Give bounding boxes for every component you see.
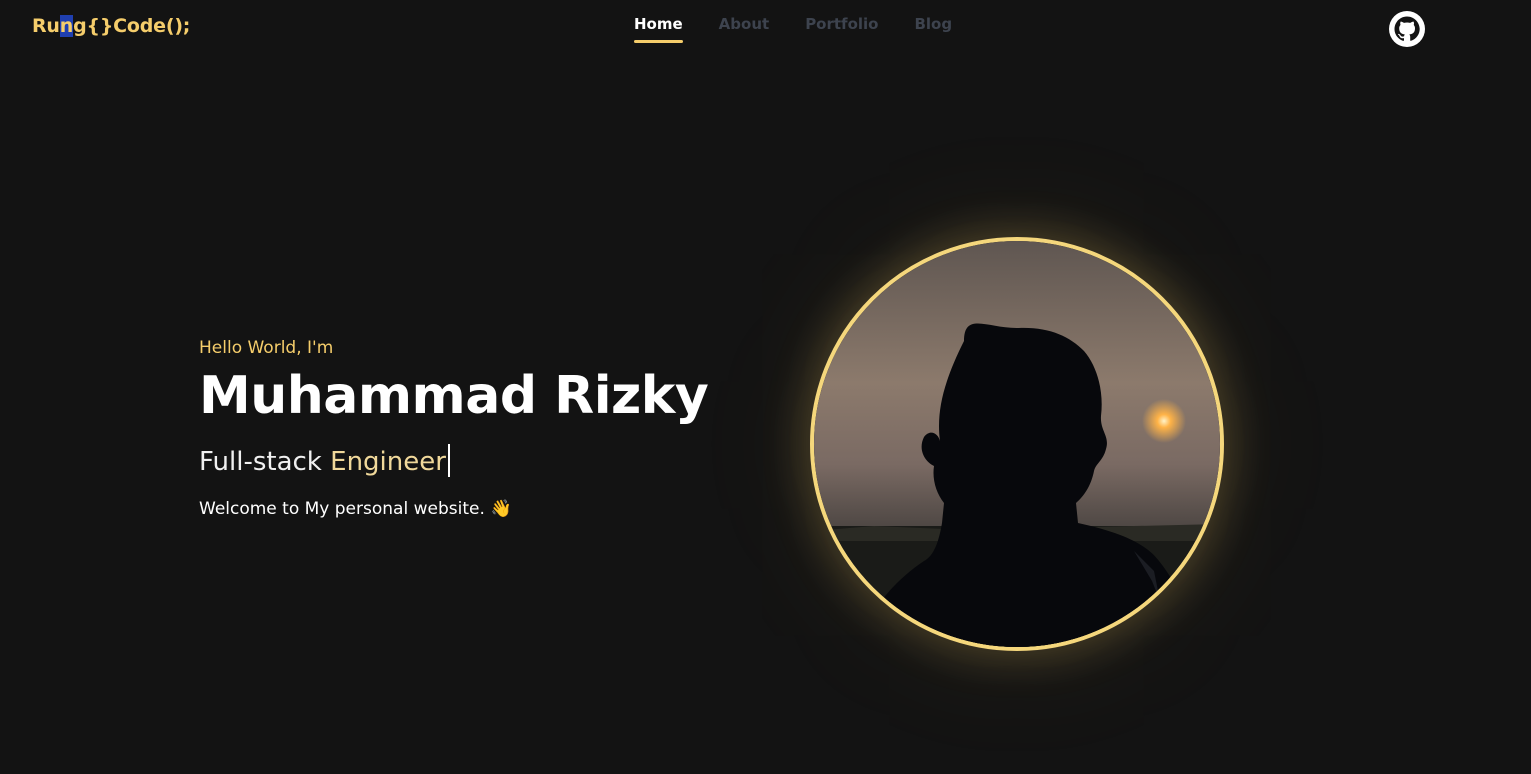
nav-home[interactable]: Home — [634, 15, 683, 43]
nav-blog[interactable]: Blog — [914, 15, 952, 41]
main-nav: Home About Portfolio Blog — [634, 15, 952, 43]
wave-icon: 👋 — [490, 499, 513, 519]
hero-name: Muhammad Rizky — [199, 366, 709, 426]
github-icon[interactable] — [1389, 11, 1425, 47]
nav-about[interactable]: About — [719, 15, 770, 41]
hero-greeting: Hello World, I'm — [199, 338, 334, 358]
site-logo[interactable]: Rung{}Code(); — [32, 15, 190, 37]
nav-portfolio[interactable]: Portfolio — [805, 15, 878, 41]
home-page: Rung{}Code(); Home About Portfolio Blog … — [0, 0, 1531, 774]
hero-role: Full-stack Engineer — [199, 444, 450, 477]
typing-caret — [447, 444, 450, 477]
logo-text-end: g{}Code(); — [73, 15, 191, 37]
logo-text-selected: n — [59, 15, 74, 37]
profile-photo — [810, 237, 1224, 651]
hero-welcome: Welcome to My personal website. 👋 — [199, 499, 512, 519]
welcome-text: Welcome to My personal website. — [199, 499, 485, 519]
role-highlight: Engineer — [330, 447, 446, 477]
role-prefix: Full-stack — [199, 447, 331, 477]
logo-text-start: Ru — [32, 15, 60, 37]
